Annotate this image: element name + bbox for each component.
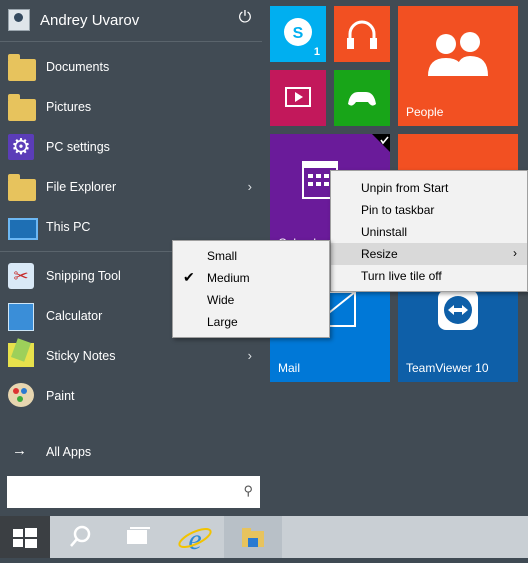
start-button[interactable] xyxy=(0,516,50,558)
menu-item-turn-live-tile-off[interactable]: Turn live tile off xyxy=(331,265,527,287)
svg-text:S: S xyxy=(293,25,304,42)
menu-item-label: Uninstall xyxy=(361,225,408,239)
app-label: Snipping Tool xyxy=(46,269,121,283)
tile-people[interactable]: People xyxy=(398,6,518,126)
menu-item-label: Unpin from Start xyxy=(361,181,449,195)
app-label: Calculator xyxy=(46,309,103,323)
taskbar: e xyxy=(0,516,528,558)
internet-explorer-button[interactable]: e xyxy=(166,516,224,558)
tile-label: Mail xyxy=(278,361,301,375)
tile-video[interactable] xyxy=(270,70,326,126)
chevron-right-icon: › xyxy=(513,246,517,260)
task-view-button[interactable] xyxy=(108,516,166,558)
avatar[interactable] xyxy=(8,9,30,31)
task-view-icon xyxy=(127,527,150,544)
resize-option-label: Small xyxy=(207,249,238,263)
place-pc-settings[interactable]: ⚙ PC settings xyxy=(0,128,262,168)
app-paint[interactable]: Paint xyxy=(0,377,262,417)
tile-label: TeamViewer 10 xyxy=(406,361,489,375)
place-label: Documents xyxy=(46,60,110,74)
checkmark-icon: ✔ xyxy=(183,269,195,285)
search-icon xyxy=(70,525,91,547)
power-icon[interactable]: ⏻ xyxy=(236,9,254,27)
place-pictures[interactable]: Pictures xyxy=(0,88,262,128)
menu-item-pin-to-taskbar[interactable]: Pin to taskbar xyxy=(331,199,527,221)
place-label: PC settings xyxy=(46,140,110,154)
user-account[interactable]: Andrey Uvarov ⏻ xyxy=(8,7,258,33)
folder-icon xyxy=(242,528,264,547)
chevron-right-icon[interactable]: › xyxy=(248,179,252,194)
pictures-folder-icon xyxy=(8,94,38,124)
tile-skype[interactable]: S 1 xyxy=(270,6,326,62)
windows-logo-icon xyxy=(13,528,37,548)
resize-option-small[interactable]: Small xyxy=(173,245,329,267)
checkmark-icon xyxy=(372,134,390,152)
svg-text:e: e xyxy=(188,523,201,556)
place-label: This PC xyxy=(46,220,91,234)
internet-explorer-icon: e xyxy=(178,523,212,556)
tile-context-menu: Unpin from Start Pin to taskbar Uninstal… xyxy=(330,170,528,292)
resize-option-wide[interactable]: Wide xyxy=(173,289,329,311)
place-label: File Explorer xyxy=(46,180,117,194)
all-apps-label: All Apps xyxy=(46,445,92,459)
place-documents[interactable]: Documents xyxy=(0,48,262,88)
divider xyxy=(0,41,262,42)
resize-option-label: Wide xyxy=(207,293,235,307)
calculator-icon xyxy=(8,303,38,333)
resize-option-label: Medium xyxy=(207,271,250,285)
search-box[interactable]: ⚲ xyxy=(7,476,260,508)
search-icon[interactable]: ⚲ xyxy=(243,483,253,499)
tile-label: People xyxy=(406,105,444,119)
computer-icon xyxy=(8,214,38,244)
menu-item-label: Pin to taskbar xyxy=(361,203,435,217)
people-icon xyxy=(428,32,488,76)
user-name[interactable]: Andrey Uvarov xyxy=(40,12,139,29)
game-controller-icon xyxy=(348,92,376,106)
file-explorer-icon xyxy=(8,174,38,204)
app-sticky-notes[interactable]: Sticky Notes › xyxy=(0,337,262,377)
resize-option-large[interactable]: Large xyxy=(173,311,329,333)
tile-xbox[interactable] xyxy=(334,70,390,126)
menu-item-unpin-from-start[interactable]: Unpin from Start xyxy=(331,177,527,199)
menu-item-label: Resize xyxy=(361,247,398,261)
taskbar-search-button[interactable] xyxy=(50,516,108,558)
menu-item-resize[interactable]: Resize › xyxy=(331,243,527,265)
all-apps-button[interactable]: → All Apps xyxy=(0,440,262,466)
tile-music[interactable] xyxy=(334,6,390,62)
app-label: Paint xyxy=(46,389,75,403)
tile-badge: 1 xyxy=(313,46,320,58)
video-icon xyxy=(285,87,311,107)
gear-icon: ⚙ xyxy=(8,134,38,164)
documents-folder-icon xyxy=(8,54,38,84)
place-label: Pictures xyxy=(46,100,92,114)
arrow-right-icon: → xyxy=(12,442,27,459)
menu-item-label: Turn live tile off xyxy=(361,269,442,283)
file-explorer-button[interactable] xyxy=(224,516,282,558)
headphones-icon xyxy=(347,20,377,49)
resize-option-medium[interactable]: ✔ Medium xyxy=(173,267,329,289)
app-label: Sticky Notes xyxy=(46,349,116,363)
menu-item-uninstall[interactable]: Uninstall xyxy=(331,221,527,243)
chevron-right-icon[interactable]: › xyxy=(248,348,252,363)
sticky-notes-icon xyxy=(8,343,38,373)
paint-palette-icon xyxy=(8,383,38,413)
resize-submenu: Small ✔ Medium Wide Large xyxy=(172,240,330,338)
resize-option-label: Large xyxy=(207,315,238,329)
place-file-explorer[interactable]: File Explorer › xyxy=(0,168,262,208)
scissors-icon: ✂ xyxy=(8,263,38,293)
